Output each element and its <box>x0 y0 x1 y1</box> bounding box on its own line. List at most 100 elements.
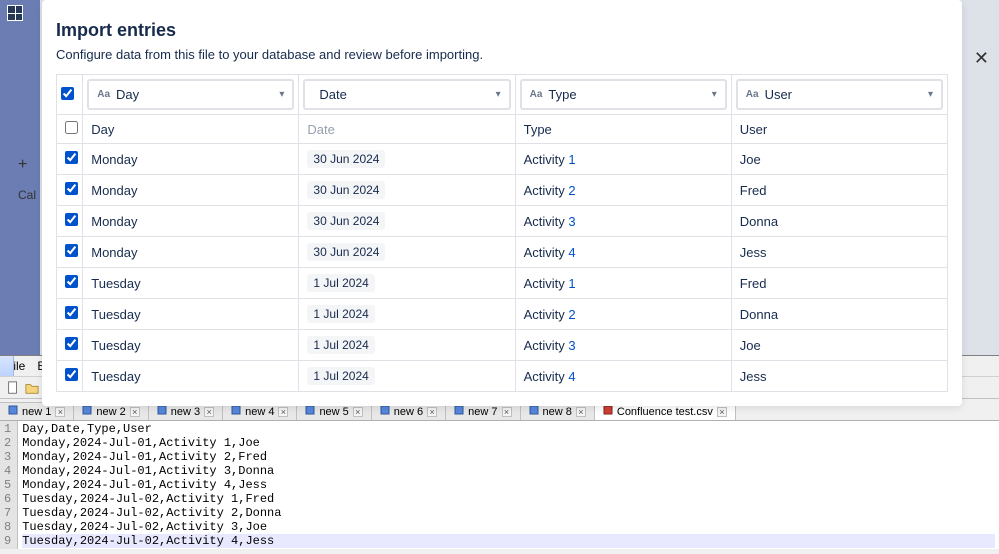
cell-type: Activity 2 <box>515 299 731 330</box>
row-select-cell[interactable] <box>57 361 83 392</box>
tab-close-icon[interactable]: × <box>427 407 437 417</box>
cell-user: Fred <box>731 175 947 206</box>
close-icon[interactable]: ✕ <box>974 48 989 69</box>
cell-date: 1 Jul 2024 <box>299 330 515 361</box>
row-checkbox[interactable] <box>65 151 78 164</box>
select-all-checkbox[interactable] <box>61 87 74 100</box>
select-all-cell[interactable] <box>57 75 83 115</box>
npp-tab-label: new 8 <box>543 406 572 418</box>
saved-file-icon <box>231 405 241 418</box>
line-number: 2 <box>4 436 11 450</box>
text-type-icon: Aa <box>97 89 110 100</box>
row-select-cell[interactable] <box>57 175 83 206</box>
cell-date: 1 Jul 2024 <box>299 268 515 299</box>
tab-close-icon[interactable]: × <box>717 407 727 417</box>
row-select-cell[interactable] <box>57 268 83 299</box>
background-sidebar <box>0 0 40 355</box>
tab-close-icon[interactable]: × <box>502 407 512 417</box>
column-mapping-day[interactable]: Aa Day ▾ <box>87 79 294 110</box>
tab-close-icon[interactable]: × <box>204 407 214 417</box>
tab-close-icon[interactable]: × <box>353 407 363 417</box>
cell-type: Activity 4 <box>515 361 731 392</box>
line-number: 8 <box>4 520 11 534</box>
cell-date: 30 Jun 2024 <box>299 144 515 175</box>
tab-close-icon[interactable]: × <box>130 407 140 417</box>
text-type-icon: Aa <box>530 89 543 100</box>
table-row: Tuesday1 Jul 2024Activity 4Jess <box>57 361 948 392</box>
column-mapping-user[interactable]: Aa User ▾ <box>736 79 943 110</box>
chevron-down-icon: ▾ <box>928 89 933 100</box>
row-checkbox[interactable] <box>65 368 78 381</box>
cell-type: Activity 4 <box>515 237 731 268</box>
row-checkbox[interactable] <box>65 306 78 319</box>
column-label: Date <box>319 87 346 102</box>
row-checkbox[interactable] <box>65 213 78 226</box>
cell-user: User <box>731 115 947 144</box>
table-row: Tuesday1 Jul 2024Activity 3Joe <box>57 330 948 361</box>
code-line: Tuesday,2024-Jul-02,Activity 1,Fred <box>22 492 995 506</box>
column-mapping-date[interactable]: Date ▾ <box>303 79 510 110</box>
cell-day: Monday <box>83 144 299 175</box>
cell-date: 30 Jun 2024 <box>299 206 515 237</box>
npp-line-gutter: 123456789 <box>0 421 18 549</box>
line-number: 6 <box>4 492 11 506</box>
cell-date: 30 Jun 2024 <box>299 237 515 268</box>
row-checkbox[interactable] <box>65 275 78 288</box>
table-row: Monday30 Jun 2024Activity 4Jess <box>57 237 948 268</box>
cell-date: Date <box>299 115 515 144</box>
row-select-cell[interactable] <box>57 144 83 175</box>
row-select-cell[interactable] <box>57 330 83 361</box>
chevron-down-icon: ▾ <box>496 89 501 100</box>
cell-day: Monday <box>83 175 299 206</box>
table-row: Monday30 Jun 2024Activity 1Joe <box>57 144 948 175</box>
row-select-cell[interactable] <box>57 115 83 144</box>
tab-close-icon[interactable]: × <box>55 407 65 417</box>
saved-file-icon <box>8 405 18 418</box>
row-checkbox[interactable] <box>65 182 78 195</box>
new-file-icon[interactable] <box>4 379 21 396</box>
cell-user: Fred <box>731 268 947 299</box>
npp-tab-label: new 4 <box>245 406 274 418</box>
app-switcher-icon[interactable] <box>7 5 23 21</box>
tab-close-icon[interactable]: × <box>576 407 586 417</box>
code-line: Monday,2024-Jul-01,Activity 2,Fred <box>22 450 995 464</box>
code-line: Monday,2024-Jul-01,Activity 1,Joe <box>22 436 995 450</box>
cell-day: Tuesday <box>83 299 299 330</box>
cell-user: Donna <box>731 206 947 237</box>
npp-tab-label: new 7 <box>468 406 497 418</box>
add-icon[interactable]: + <box>18 156 27 174</box>
row-checkbox[interactable] <box>65 244 78 257</box>
table-row: Tuesday1 Jul 2024Activity 1Fred <box>57 268 948 299</box>
modal-subtitle: Configure data from this file to your da… <box>56 47 948 62</box>
row-select-cell[interactable] <box>57 299 83 330</box>
npp-editor[interactable]: 123456789 Day,Date,Type,UserMonday,2024-… <box>0 421 999 549</box>
npp-text-area[interactable]: Day,Date,Type,UserMonday,2024-Jul-01,Act… <box>18 421 999 549</box>
row-checkbox[interactable] <box>65 121 78 134</box>
table-row: Monday30 Jun 2024Activity 2Fred <box>57 175 948 206</box>
npp-tab-label: new 3 <box>171 406 200 418</box>
open-file-icon[interactable] <box>23 379 40 396</box>
import-entries-modal: Import entries Configure data from this … <box>42 0 962 406</box>
modal-title: Import entries <box>56 20 948 41</box>
unsaved-file-icon <box>603 405 613 418</box>
cell-day: Tuesday <box>83 330 299 361</box>
row-select-cell[interactable] <box>57 206 83 237</box>
cell-type: Type <box>515 115 731 144</box>
code-line: Tuesday,2024-Jul-02,Activity 2,Donna <box>22 506 995 520</box>
column-mapping-type[interactable]: Aa Type ▾ <box>520 79 727 110</box>
code-line: Monday,2024-Jul-01,Activity 3,Donna <box>22 464 995 478</box>
saved-file-icon <box>157 405 167 418</box>
cell-date: 30 Jun 2024 <box>299 175 515 206</box>
tab-close-icon[interactable]: × <box>278 407 288 417</box>
cell-day: Tuesday <box>83 361 299 392</box>
cell-user: Jess <box>731 237 947 268</box>
cell-day: Monday <box>83 237 299 268</box>
cell-type: Activity 1 <box>515 268 731 299</box>
row-select-cell[interactable] <box>57 237 83 268</box>
column-mapping-row: Aa Day ▾ Date ▾ <box>57 75 948 115</box>
table-row: Tuesday1 Jul 2024Activity 2Donna <box>57 299 948 330</box>
cell-date: 1 Jul 2024 <box>299 361 515 392</box>
saved-file-icon <box>529 405 539 418</box>
table-row: Monday30 Jun 2024Activity 3Donna <box>57 206 948 237</box>
row-checkbox[interactable] <box>65 337 78 350</box>
